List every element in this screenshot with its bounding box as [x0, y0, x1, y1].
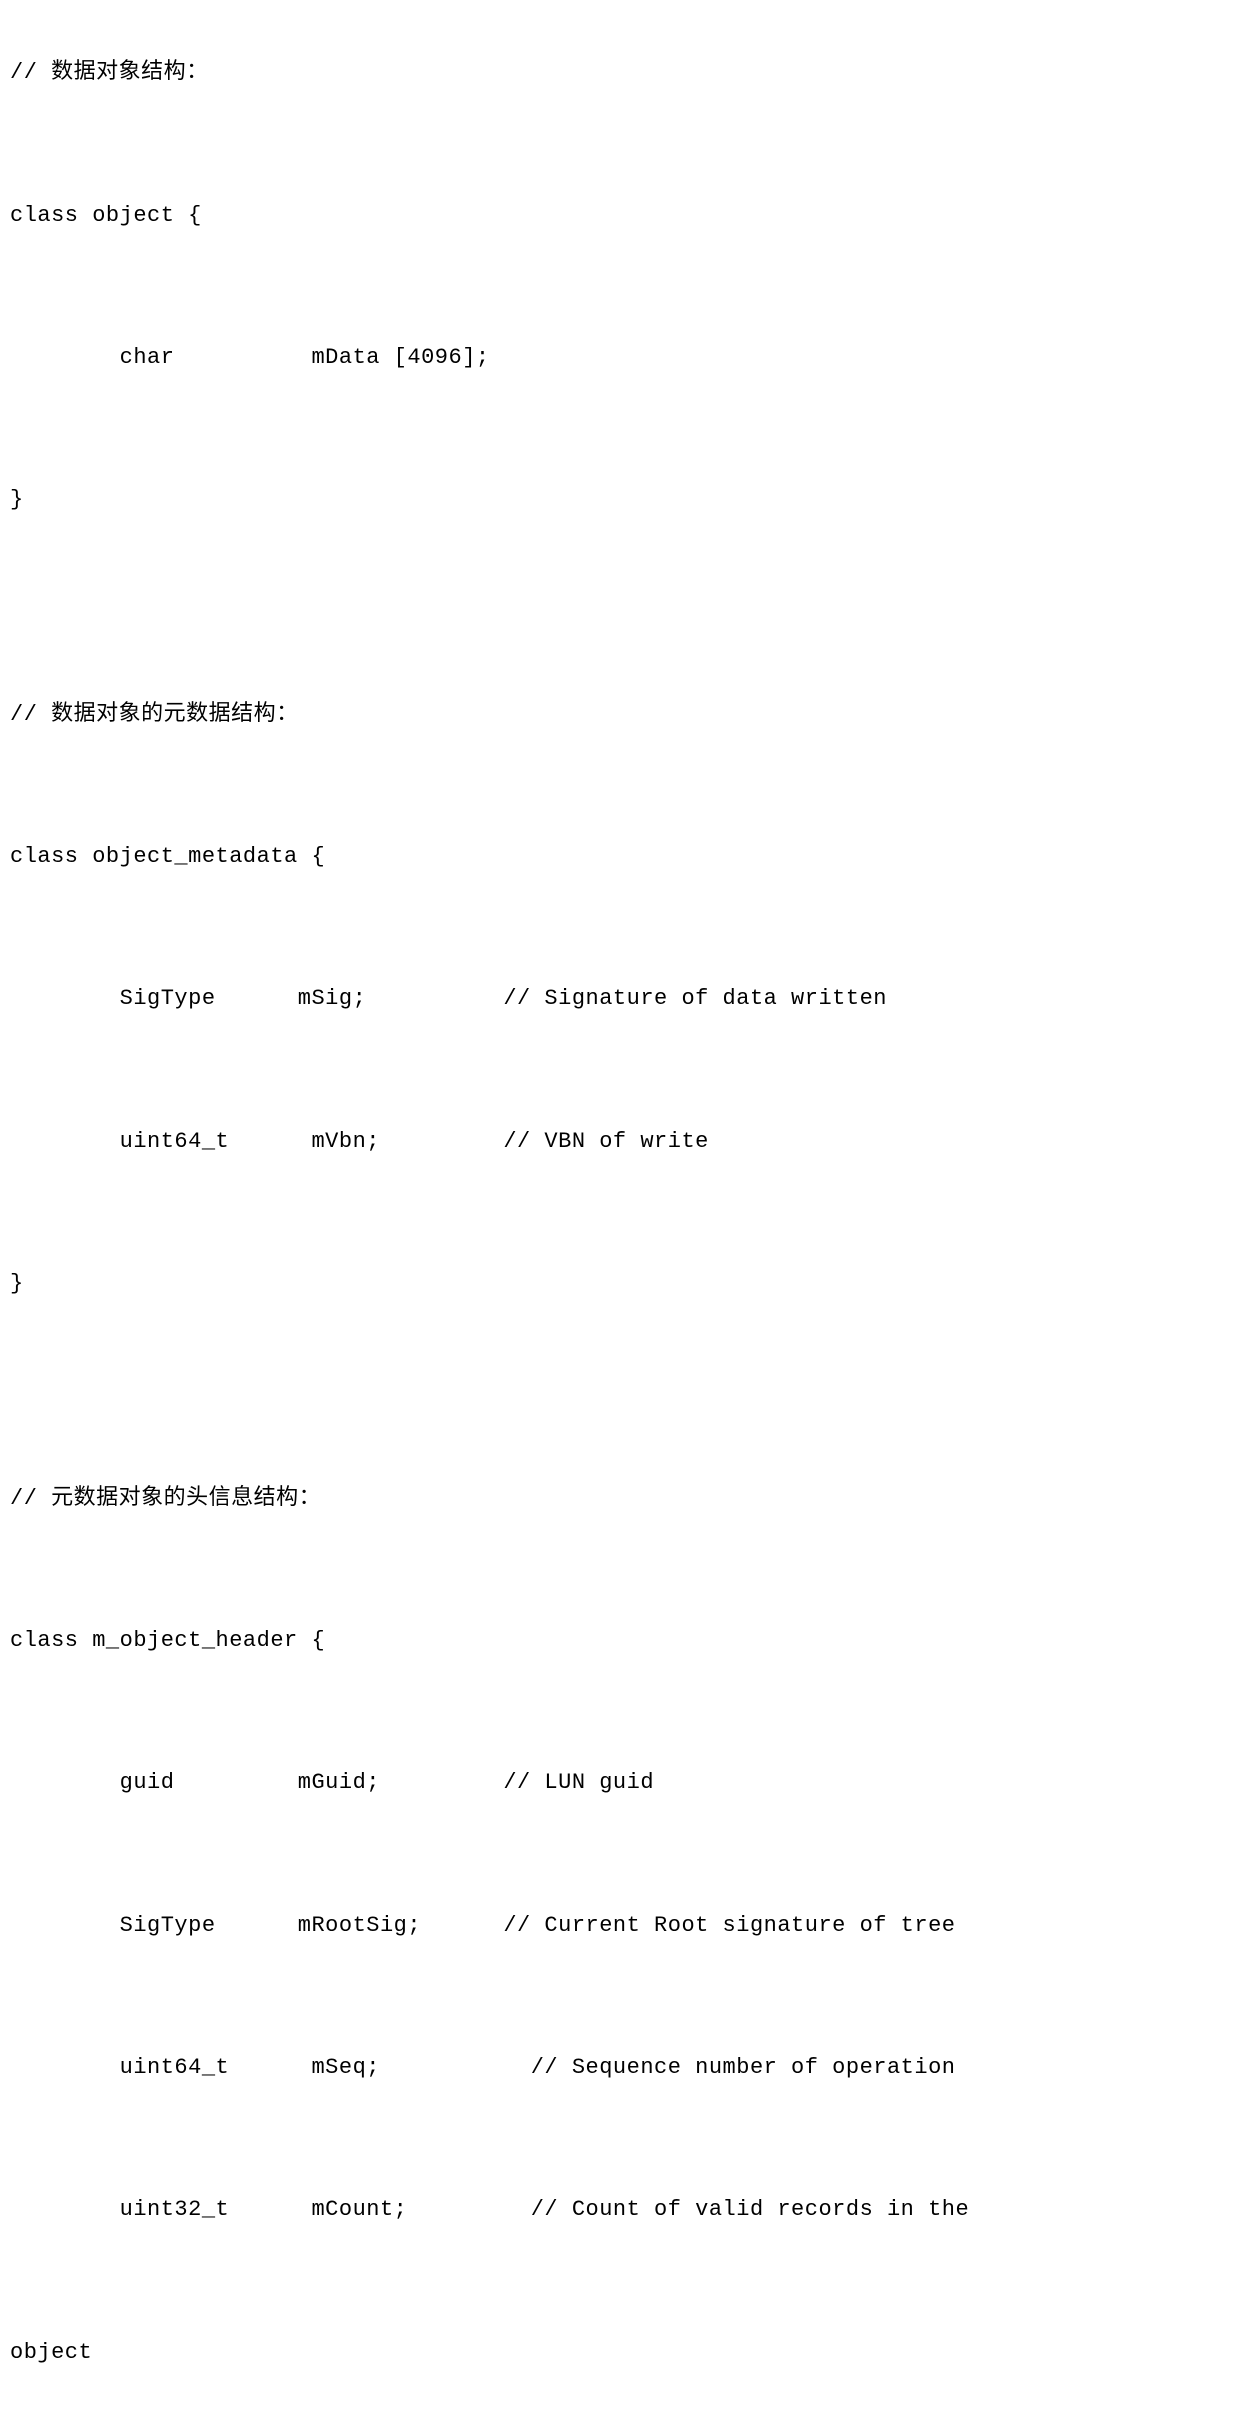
type-text: uint64_t	[120, 2055, 230, 2080]
comment-line: // 元数据对象的头信息结构：	[10, 1481, 1230, 1517]
member-line: guid mGuid; // LUN guid	[10, 1765, 1230, 1801]
comment-line: // 数据对象的元数据结构：	[10, 697, 1230, 733]
member-line: SigType mRootSig; // Current Root signat…	[10, 1908, 1230, 1944]
member-comment: // Count of valid records in the	[531, 2197, 969, 2222]
member-name: mGuid;	[298, 1770, 380, 1795]
member-name: mData [4096];	[311, 345, 489, 370]
close-brace: }	[10, 482, 1230, 518]
code-block: // 数据对象结构： class object { char mData [40…	[10, 20, 1230, 2406]
member-comment: // Current Root signature of tree	[503, 1913, 955, 1938]
member-comment: // LUN guid	[503, 1770, 654, 1795]
type-text: uint64_t	[120, 1129, 230, 1154]
type-text: SigType	[120, 986, 216, 1011]
member-line: uint64_t mVbn; // VBN of write	[10, 1124, 1230, 1160]
type-text: guid	[120, 1770, 175, 1795]
type-text: char	[120, 345, 175, 370]
member-line: char mData [4096];	[10, 340, 1230, 376]
member-line: uint64_t mSeq; // Sequence number of ope…	[10, 2050, 1230, 2086]
type-text: SigType	[120, 1913, 216, 1938]
member-name: mRootSig;	[298, 1913, 421, 1938]
close-brace: }	[10, 1266, 1230, 1302]
comment-line: // 数据对象结构：	[10, 55, 1230, 91]
class-decl: class object {	[10, 198, 1230, 234]
member-name: mVbn;	[311, 1129, 380, 1154]
member-name: mSig;	[298, 986, 367, 1011]
member-line: SigType mSig; // Signature of data writt…	[10, 981, 1230, 1017]
class-decl: class m_object_header {	[10, 1623, 1230, 1659]
class-decl: class object_metadata {	[10, 839, 1230, 875]
member-name: mSeq;	[311, 2055, 380, 2080]
member-comment: // Signature of data written	[503, 986, 887, 1011]
trailing-text: object	[10, 2335, 1230, 2371]
member-comment: // VBN of write	[503, 1129, 709, 1154]
member-line: uint32_t mCount; // Count of valid recor…	[10, 2192, 1230, 2228]
member-comment: // Sequence number of operation	[531, 2055, 956, 2080]
type-text: uint32_t	[120, 2197, 230, 2222]
member-name: mCount;	[311, 2197, 407, 2222]
